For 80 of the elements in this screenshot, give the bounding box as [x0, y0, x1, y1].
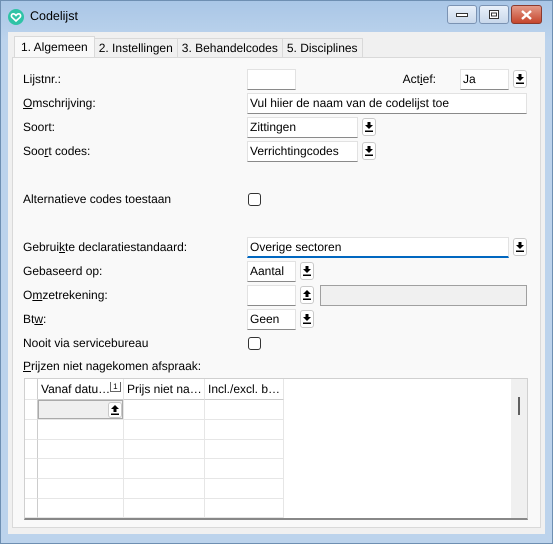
table-cell[interactable] [38, 440, 124, 460]
field-label: Lijstnr.: [23, 71, 62, 88]
dropdown-button[interactable] [362, 142, 376, 160]
dropdown-button[interactable] [300, 262, 314, 280]
text-field[interactable]: Vul hiier de naam van de codelijst toe [247, 92, 527, 114]
tab[interactable]: 2. Instellingen [94, 38, 178, 57]
table-cell[interactable] [124, 498, 205, 518]
dropdown-button[interactable] [362, 118, 376, 136]
grid-label: Prijzen niet nagekomen afspraak: [23, 358, 202, 375]
row-header[interactable] [25, 420, 38, 440]
scrollbar[interactable] [511, 379, 527, 518]
row-header[interactable] [25, 440, 38, 460]
table-cell[interactable] [38, 459, 124, 479]
date-field[interactable] [38, 400, 123, 420]
table-cell[interactable] [38, 479, 124, 499]
column-header[interactable]: Incl./excl. b… [205, 379, 284, 400]
dropdown-button[interactable] [513, 238, 527, 256]
row-header[interactable] [25, 459, 38, 479]
dropdown-field[interactable]: Aantal [247, 260, 296, 282]
table-cell[interactable] [124, 479, 205, 499]
close-icon [521, 10, 532, 20]
dropdown-field[interactable]: Overige sectoren [247, 236, 509, 258]
down-arrow-icon [303, 314, 311, 324]
row-header[interactable] [25, 400, 38, 420]
spin-up-button[interactable] [108, 402, 122, 418]
tab[interactable]: 1. Algemeen [14, 36, 95, 57]
field-label: Gebaseerd op: [23, 263, 104, 280]
minimize-icon [456, 12, 468, 16]
window-title: Codelijst [30, 8, 78, 26]
table-cell[interactable] [205, 498, 284, 518]
table-cell[interactable] [124, 420, 205, 440]
table-cell[interactable] [124, 440, 205, 460]
field-label: Btw: [23, 311, 48, 328]
minimize-button[interactable] [447, 5, 477, 24]
maximize-button[interactable] [479, 5, 509, 24]
column-title: Vanaf datu… [41, 381, 110, 398]
up-arrow-icon [111, 404, 119, 415]
table-cell[interactable] [205, 459, 284, 479]
up-arrow-icon [303, 290, 311, 300]
maximize-icon [489, 10, 499, 19]
down-arrow-icon [516, 74, 524, 84]
table-cell[interactable] [124, 459, 205, 479]
checkbox[interactable] [248, 192, 261, 206]
field-label: Nooit via servicebureau [23, 335, 150, 352]
table-cell[interactable] [38, 420, 124, 440]
down-arrow-icon [516, 242, 524, 252]
field-label: Actief: [402, 71, 436, 88]
checkbox[interactable] [248, 336, 261, 350]
spinner-field[interactable] [247, 284, 296, 306]
down-arrow-icon [365, 122, 373, 132]
field-label: Gebruikte declaratiestandaard: [23, 239, 188, 256]
dropdown-field[interactable]: Zittingen [247, 116, 358, 138]
table-cell[interactable] [205, 420, 284, 440]
table-cell[interactable] [38, 498, 124, 518]
table-cell[interactable] [124, 400, 205, 420]
field-label: Soort: [23, 119, 56, 136]
down-arrow-icon [365, 146, 373, 156]
tab[interactable]: 5. Disciplines [282, 38, 363, 57]
field-label: Omschrijving: [23, 95, 97, 112]
down-arrow-icon [303, 266, 311, 276]
spin-up-button[interactable] [300, 286, 314, 304]
table-cell[interactable] [205, 400, 284, 420]
row-header[interactable] [25, 479, 38, 499]
dropdown-field[interactable]: Verrichtingcodes [247, 140, 358, 162]
field-label: Alternatieve codes toestaan [23, 191, 172, 208]
dropdown-field[interactable]: Ja [460, 68, 509, 90]
dropdown-button[interactable] [300, 310, 314, 328]
dropdown-field[interactable]: Geen [247, 308, 296, 330]
text-field[interactable] [247, 68, 296, 90]
table-cell[interactable] [205, 479, 284, 499]
dropdown-button[interactable] [513, 70, 527, 88]
table-cell[interactable] [205, 440, 284, 460]
field-label: Omzetrekening: [23, 287, 109, 304]
row-header[interactable] [25, 498, 38, 518]
sort-order-marker: 1 [110, 382, 121, 392]
field-label: Soort codes: [23, 143, 92, 160]
scrollbar-thumb[interactable] [518, 397, 520, 415]
app-logo-icon [8, 8, 24, 24]
close-button[interactable] [511, 5, 542, 24]
column-title: Incl./excl. b… [208, 381, 280, 398]
